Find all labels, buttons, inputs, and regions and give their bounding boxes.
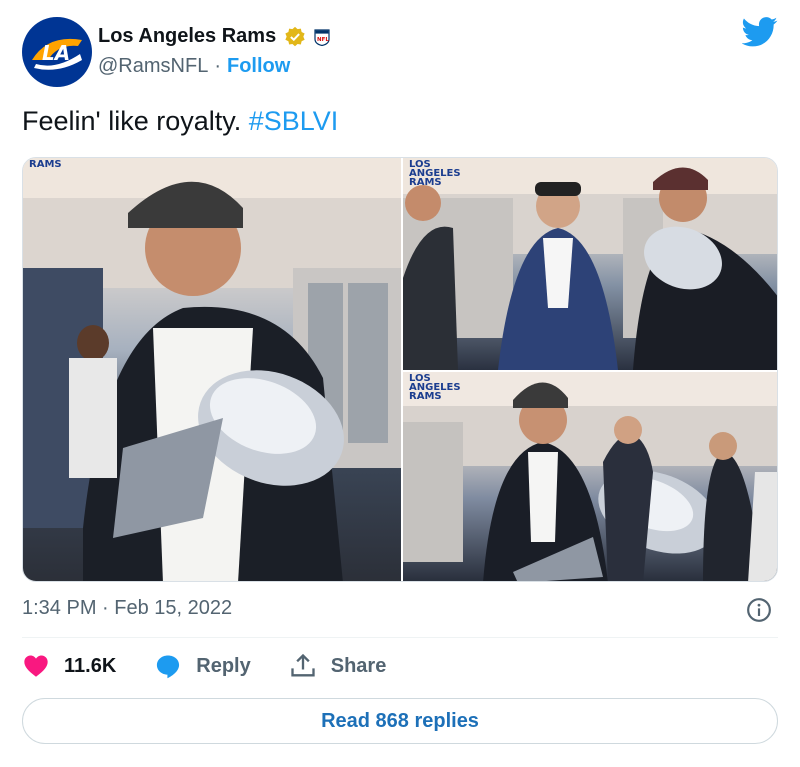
photo-br-label: LOS ANGELES RAMS	[409, 374, 461, 402]
photo-trophy-locker-room[interactable]: LOS ANGELES RAMS	[403, 372, 777, 581]
twitter-bird-icon[interactable]	[742, 17, 778, 47]
photo-tr-label-line: RAMS	[409, 177, 442, 188]
verified-icon	[285, 26, 305, 46]
photo-br-illustration	[403, 372, 777, 581]
tweet-text: Feelin' like royalty. #SBLVI	[22, 106, 338, 137]
reply-button[interactable]: Reply	[154, 652, 251, 680]
svg-text:NFL: NFL	[317, 37, 329, 43]
photo-tr-label: LOS ANGELES RAMS	[409, 160, 461, 188]
reply-label: Reply	[196, 654, 251, 677]
author-handle[interactable]: @RamsNFL	[98, 55, 208, 78]
share-icon	[291, 653, 315, 677]
rams-logo-icon: LA	[32, 38, 82, 70]
reply-icon	[157, 655, 180, 679]
divider	[22, 637, 778, 638]
media-grid: RAMS LOS ANGELES RAMS LOS ANGELES RAMS	[22, 157, 778, 582]
heart-icon	[24, 655, 48, 677]
share-label: Share	[330, 654, 387, 677]
handle-separator: ·	[214, 55, 221, 77]
avatar-text: LA	[42, 41, 70, 65]
photo-br-label-line: RAMS	[409, 391, 442, 402]
photo-with-trophy-group[interactable]: LOS ANGELES RAMS	[403, 158, 777, 370]
avatar[interactable]: LA	[22, 17, 92, 87]
follow-button[interactable]: Follow	[227, 55, 290, 78]
read-replies-button[interactable]: Read 868 replies	[22, 698, 778, 744]
author-name[interactable]: Los Angeles Rams	[98, 25, 276, 48]
photo-tr-illustration	[403, 158, 777, 370]
nfl-badge-icon: NFL	[314, 28, 330, 46]
action-bar: 11.6K Reply Share	[22, 652, 424, 680]
photo-left-illustration	[23, 158, 401, 581]
photo-left-label: RAMS	[29, 159, 62, 170]
like-button[interactable]: 11.6K	[22, 652, 116, 680]
tweet-header: LA Los Angeles Rams NFL @RamsNFL · Follo…	[22, 17, 778, 87]
hashtag-link[interactable]: #SBLVI	[249, 106, 339, 136]
tweet-body: Feelin' like royalty.	[22, 106, 249, 136]
photo-trophy-closeup[interactable]: RAMS	[23, 158, 401, 581]
share-button[interactable]: Share	[289, 652, 387, 680]
like-count: 11.6K	[64, 654, 117, 677]
tweet-timestamp[interactable]: 1:34 PM · Feb 15, 2022	[22, 597, 232, 620]
info-icon[interactable]	[746, 597, 772, 623]
